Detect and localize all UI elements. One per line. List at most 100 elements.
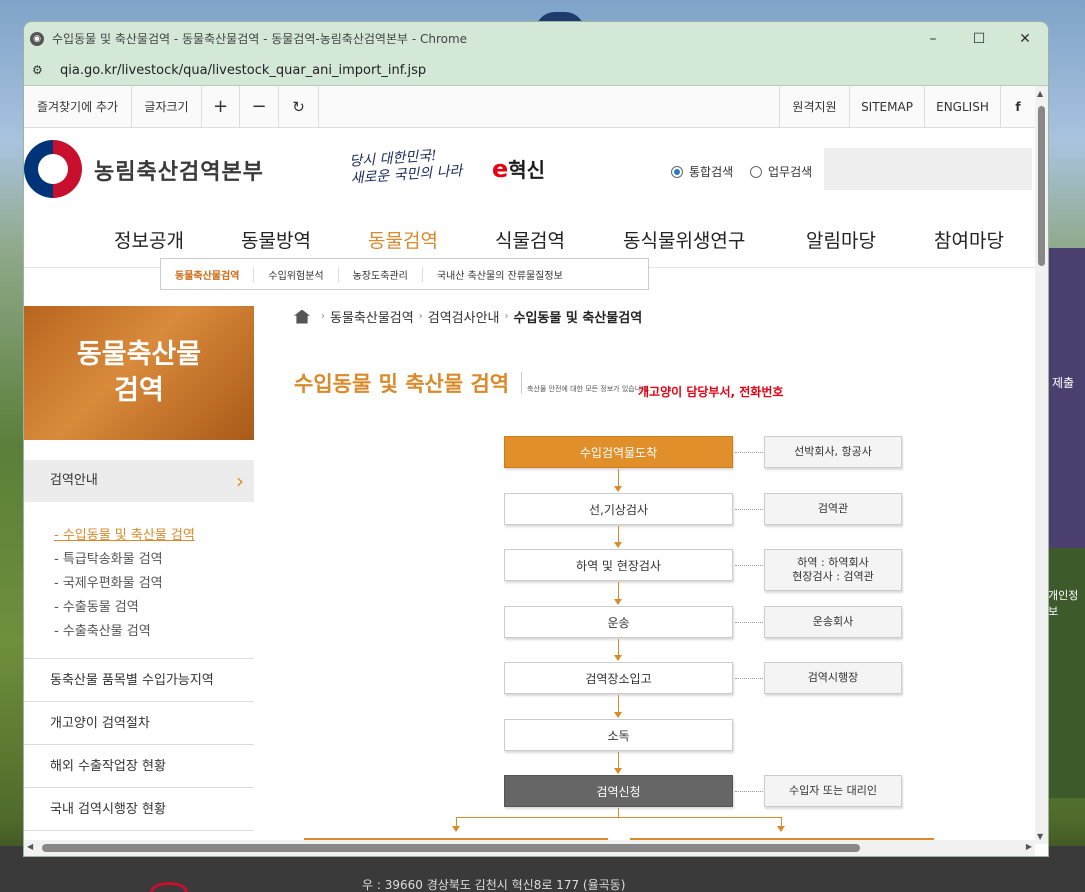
crumb-item[interactable]: 검역검사안내 bbox=[428, 307, 500, 326]
zoom-out-button[interactable]: − bbox=[240, 86, 279, 128]
subnav-item-risk[interactable]: 수입위험분석 bbox=[254, 266, 339, 282]
fontsize-label: 글자크기 bbox=[132, 86, 202, 128]
flow-arrow bbox=[614, 695, 622, 718]
globe-icon: ◉ bbox=[30, 31, 44, 46]
scroll-right-icon[interactable]: ▶ bbox=[1026, 842, 1032, 851]
banner-line1: 동물축산물 bbox=[76, 339, 202, 370]
flow-arrow bbox=[614, 582, 622, 605]
subnav-item-livestock[interactable]: 동물축산물검역 bbox=[161, 266, 255, 282]
radio-checked-icon[interactable] bbox=[671, 165, 683, 178]
flow-step: 소독 bbox=[504, 719, 733, 751]
page-content: 즐겨찾기에 추가 글자크기 + − ↻ 원격지원 SITEMAP ENGLISH… bbox=[24, 86, 1035, 844]
side-item-overseas-plants[interactable]: 해외 수출작업장 현황 bbox=[24, 745, 254, 788]
search-input[interactable] bbox=[824, 148, 1032, 190]
flow-actor-line: 현장검사 : 검역관 bbox=[792, 570, 874, 583]
flow-step: 선,기상검사 bbox=[504, 493, 733, 525]
nav-item-animal-inspection[interactable]: 동물검역 bbox=[368, 226, 438, 253]
crumb-sep: › bbox=[321, 311, 325, 322]
nav-item-participation[interactable]: 참여마당 bbox=[934, 226, 1004, 253]
side-sub-label[interactable]: 국제우편화물 검역 bbox=[63, 576, 163, 591]
side-sub-item[interactable]: - 수출동물 검역 bbox=[54, 596, 254, 620]
flow-step: 하역 및 현장검사 bbox=[504, 549, 733, 581]
search-option-integrated[interactable]: 통합검색 bbox=[671, 163, 733, 180]
window-title: 수입동물 및 축산물검역 - 동물축산물검역 - 동물검역-농림축산검역본부 -… bbox=[52, 32, 468, 46]
radio-unchecked-icon[interactable] bbox=[750, 165, 762, 178]
nav-item-plant-inspection[interactable]: 식물검역 bbox=[495, 226, 565, 253]
side-menu-head[interactable]: 검역안내 bbox=[24, 460, 254, 502]
site-settings-icon[interactable]: ⚙ bbox=[32, 63, 48, 77]
url-text[interactable]: qia.go.kr/livestock/qua/livestock_quar_a… bbox=[60, 63, 426, 78]
home-icon[interactable] bbox=[294, 309, 310, 324]
close-button[interactable]: ✕ bbox=[1002, 31, 1048, 47]
side-sub-item[interactable]: - 수입동물 및 축산물 검역 bbox=[54, 524, 254, 548]
subnav-item-farm[interactable]: 농장도축관리 bbox=[339, 266, 423, 282]
taegeuk-logo-icon[interactable] bbox=[24, 140, 82, 198]
backdrop-panel-lower bbox=[1048, 548, 1085, 798]
flow-connector bbox=[735, 791, 763, 792]
facebook-icon[interactable]: f bbox=[1000, 86, 1035, 128]
flow-arrow bbox=[614, 526, 622, 548]
horizontal-scroll-thumb[interactable] bbox=[42, 844, 860, 852]
flow-actor: 검역관 bbox=[764, 493, 902, 525]
breadcrumb: › 동물축산물검역 › 검역검사안내 › 수입동물 및 축산물검역 bbox=[294, 307, 642, 326]
sub-nav: 동물축산물검역 수입위험분석 농장도축관리 국내산 축산물의 잔류물질정보 bbox=[160, 258, 649, 290]
maximize-button[interactable]: ☐ bbox=[956, 31, 1002, 47]
scroll-left-icon[interactable]: ◀ bbox=[27, 842, 33, 851]
crumb-sep: › bbox=[504, 311, 509, 322]
side-item-pet-procedure[interactable]: 개고양이 검역절차 bbox=[24, 702, 254, 745]
flow-connector bbox=[735, 509, 763, 510]
banner-line2: 검역 bbox=[114, 375, 164, 406]
title-bar: ◉ 수입동물 및 축산물검역 - 동물축산물검역 - 동물검역-농림축산검역본부… bbox=[24, 22, 1048, 55]
innovation-e: e bbox=[492, 155, 509, 183]
flow-connector bbox=[735, 678, 763, 679]
scroll-down-icon[interactable]: ▼ bbox=[1037, 832, 1043, 841]
horizontal-scrollbar[interactable]: ◀ ▶ bbox=[24, 840, 1035, 856]
scroll-up-icon[interactable]: ▲ bbox=[1037, 89, 1043, 98]
vertical-scrollbar[interactable]: ▲ ▼ bbox=[1035, 86, 1048, 844]
side-sub-item[interactable]: - 특급탁송화물 검역 bbox=[54, 548, 254, 572]
flow-actor: 수입자 또는 대리인 bbox=[764, 775, 902, 807]
nav-item-notice[interactable]: 알림마당 bbox=[806, 226, 876, 253]
footer-address: 우 : 39660 경상북도 김천시 혁신8로 177 (율곡동) bbox=[362, 878, 626, 892]
innovation-logo: e혁신 bbox=[492, 154, 545, 183]
side-sub-label[interactable]: 특급탁송화물 검역 bbox=[63, 552, 163, 567]
search-option-work[interactable]: 업무검색 bbox=[750, 163, 812, 180]
zoom-reset-button[interactable]: ↻ bbox=[279, 86, 319, 128]
flow-actor: 하역 : 하역회사 현장검사 : 검역관 bbox=[764, 549, 902, 591]
crumb-sep: › bbox=[418, 311, 423, 322]
flow-arrow bbox=[777, 817, 785, 832]
address-bar[interactable]: ⚙ qia.go.kr/livestock/qua/livestock_quar… bbox=[24, 55, 1048, 86]
vertical-scroll-thumb[interactable] bbox=[1038, 106, 1045, 266]
nav-item-research[interactable]: 동식물위생연구 bbox=[623, 226, 745, 253]
side-item-domestic-facilities[interactable]: 국내 검역시행장 현황 bbox=[24, 788, 254, 831]
minimize-button[interactable]: – bbox=[910, 31, 956, 47]
english-link[interactable]: ENGLISH bbox=[924, 86, 1000, 128]
side-sub-label[interactable]: 수입동물 및 축산물 검역 bbox=[63, 528, 195, 543]
sitemap-link[interactable]: SITEMAP bbox=[849, 86, 924, 128]
subnav-item-residue[interactable]: 국내산 축산물의 잔류물질정보 bbox=[423, 267, 577, 282]
flow-arrow bbox=[614, 639, 622, 661]
flow-step: 운송 bbox=[504, 606, 733, 638]
innovation-text: 혁신 bbox=[508, 158, 546, 182]
side-sub-label[interactable]: 수출동물 검역 bbox=[63, 600, 139, 615]
org-name[interactable]: 농림축산검역본부 bbox=[94, 154, 264, 186]
crumb-item[interactable]: 동물축산물검역 bbox=[330, 307, 414, 326]
bookmark-link[interactable]: 즐겨찾기에 추가 bbox=[24, 86, 132, 128]
flow-actor: 검역시행장 bbox=[764, 662, 902, 694]
side-sub-item[interactable]: - 수출축산물 검역 bbox=[54, 620, 254, 644]
slogan: 당시 대한민국! 새로운 국민의 나라 bbox=[349, 146, 463, 188]
backdrop-text-privacy: 개인정보 bbox=[1048, 589, 1079, 618]
flow-arrow bbox=[614, 469, 622, 492]
side-sub-item[interactable]: - 국제우편화물 검역 bbox=[54, 572, 254, 596]
page-note: 축산물 안전에 대한 모든 정보가 있습니다. bbox=[527, 385, 650, 393]
title-divider bbox=[521, 372, 522, 394]
remote-support-link[interactable]: 원격지원 bbox=[779, 86, 849, 128]
zoom-in-button[interactable]: + bbox=[202, 86, 240, 128]
side-sub-label[interactable]: 수출축산물 검역 bbox=[63, 624, 151, 639]
side-item-import-region[interactable]: 동축산물 품목별 수입가능지역 bbox=[24, 659, 254, 702]
utility-bar: 즐겨찾기에 추가 글자크기 + − ↻ 원격지원 SITEMAP ENGLISH… bbox=[24, 86, 1035, 128]
nav-item-animal-quarantine[interactable]: 동물방역 bbox=[241, 226, 311, 253]
page-red-note: 개고양이 담당부서, 전화번호 bbox=[638, 385, 784, 399]
flow-arrow bbox=[614, 752, 622, 774]
nav-item-info[interactable]: 정보공개 bbox=[114, 226, 184, 253]
